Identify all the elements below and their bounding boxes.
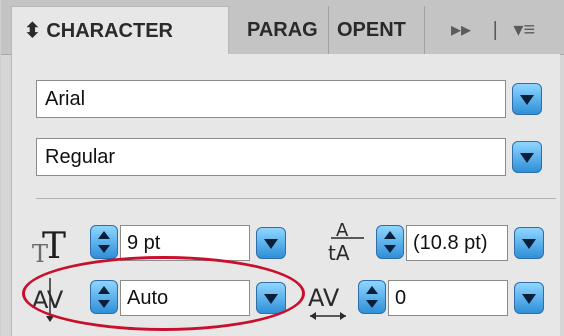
leading-field[interactable]: (10.8 pt) bbox=[406, 225, 508, 261]
svg-text:tA: tA bbox=[328, 241, 350, 265]
tab-character[interactable]: ⬍ CHARACTER bbox=[11, 6, 229, 54]
font-family-field[interactable]: Arial bbox=[36, 80, 506, 118]
character-panel: ⬍ CHARACTER PARAG OPENT ▸▸ | ▾≡ Arial Re… bbox=[0, 0, 564, 336]
tab-controls: ▸▸ | ▾≡ bbox=[451, 6, 535, 54]
font-family-dropdown-button[interactable] bbox=[512, 83, 542, 115]
tab-bar: ⬍ CHARACTER PARAG OPENT ▸▸ | ▾≡ bbox=[1, 0, 564, 55]
leading-icon: A tA bbox=[328, 220, 364, 265]
font-style-dropdown-button[interactable] bbox=[512, 141, 542, 173]
tracking-dropdown-button[interactable] bbox=[514, 282, 544, 314]
divider: | bbox=[492, 19, 498, 41]
panel-menu-icon[interactable]: ▾≡ bbox=[513, 6, 535, 54]
svg-text:T: T bbox=[42, 226, 66, 267]
leading-dropdown-button[interactable] bbox=[514, 227, 544, 259]
tab-opentype[interactable]: OPENT bbox=[329, 6, 425, 54]
tracking-stepper[interactable] bbox=[358, 280, 386, 314]
section-divider bbox=[36, 198, 556, 199]
font-size-dropdown-button[interactable] bbox=[256, 227, 286, 259]
font-size-stepper[interactable] bbox=[90, 225, 118, 259]
expand-panel-icon[interactable]: ▸▸ bbox=[451, 6, 471, 54]
tracking-icon: AV bbox=[308, 284, 346, 320]
leading-stepper[interactable] bbox=[376, 225, 404, 259]
svg-text:AV: AV bbox=[308, 284, 340, 312]
font-size-icon: T T bbox=[32, 226, 66, 268]
tab-paragraph[interactable]: PARAG bbox=[233, 6, 329, 54]
font-style-field[interactable]: Regular bbox=[36, 138, 506, 176]
kerning-highlight-ellipse bbox=[22, 256, 305, 331]
tracking-field[interactable]: 0 bbox=[388, 280, 508, 316]
